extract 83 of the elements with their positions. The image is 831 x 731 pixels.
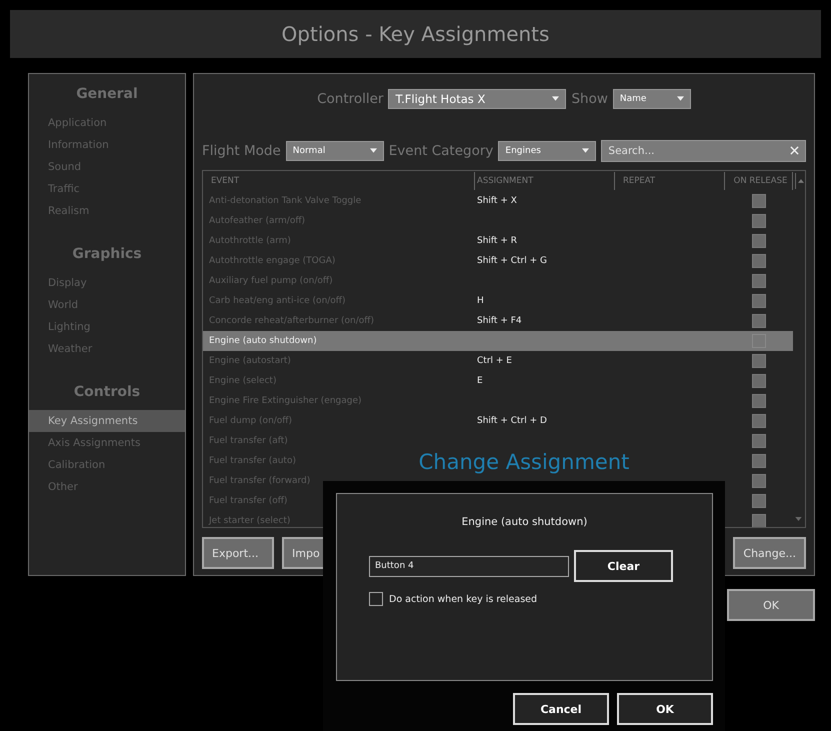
controller-label: Controller — [317, 90, 384, 107]
clear-button[interactable]: Clear — [574, 550, 673, 582]
event-cell[interactable]: Autothrottle (arm) — [203, 236, 475, 246]
checkbox[interactable] — [369, 592, 383, 606]
sidebar-heading: Graphics — [71, 246, 143, 262]
release-checkbox[interactable] — [752, 194, 766, 208]
dialog-heading: Change Assignment — [418, 450, 630, 474]
sidebar-item[interactable]: Other — [29, 476, 185, 498]
search-field[interactable]: Search... — [601, 140, 806, 162]
column-header[interactable]: EVENT — [203, 172, 475, 190]
sidebar-item[interactable]: Application — [29, 112, 185, 134]
release-checkbox[interactable] — [752, 474, 766, 488]
assignment-cell: Shift + Ctrl + G — [477, 256, 547, 266]
event-name: Engine (auto shutdown) — [460, 516, 588, 528]
show-dropdown[interactable]: Name — [612, 88, 691, 109]
assignment-cell: Shift + R — [477, 236, 517, 246]
release-checkbox[interactable] — [752, 234, 766, 248]
release-checkbox[interactable] — [752, 274, 766, 288]
sidebar-item[interactable]: Axis Assignments — [29, 432, 185, 454]
controller-dropdown[interactable]: T.Flight Hotas X — [388, 88, 566, 109]
scroll-down-icon[interactable] — [795, 517, 802, 521]
sidebar-heading: General — [75, 86, 139, 102]
show-label: Show — [571, 90, 608, 107]
window-title: Options - Key Assignments — [282, 22, 550, 46]
sidebar-item[interactable]: Display — [29, 272, 185, 294]
scroll-up-icon[interactable] — [795, 172, 805, 189]
release-checkbox[interactable] — [752, 394, 766, 408]
assignment-cell: Shift + X — [477, 196, 517, 206]
event-cell[interactable]: Carb heat/eng anti-ice (on/off) — [203, 296, 475, 306]
release-checkbox[interactable] — [752, 354, 766, 368]
event-cell[interactable]: Engine (autostart) — [203, 356, 475, 366]
assignment-cell: E — [477, 376, 483, 386]
dialog-button[interactable]: OK — [617, 693, 713, 725]
release-checkbox[interactable] — [752, 254, 766, 268]
event-category-label: Event Category — [388, 142, 494, 159]
column-header[interactable]: ASSIGNMENT — [475, 172, 615, 190]
checkbox-label[interactable]: Do action when key is released — [389, 594, 538, 604]
sidebar-item[interactable]: Realism — [29, 200, 185, 222]
event-cell[interactable]: Concorde reheat/afterburner (on/off) — [203, 316, 475, 326]
flight-mode-label: Flight Mode — [202, 142, 281, 159]
key-input-field[interactable]: Button 4 — [369, 556, 569, 576]
caret-icon — [552, 96, 560, 102]
event-cell[interactable]: Engine Fire Extinguisher (engage) — [203, 396, 475, 406]
release-checkbox[interactable] — [752, 494, 766, 508]
sidebar-item[interactable]: Sound — [29, 156, 185, 178]
assignment-cell: Ctrl + E — [477, 356, 512, 366]
sidebar-heading: Controls — [72, 384, 142, 400]
release-checkbox[interactable] — [752, 314, 766, 328]
sidebar-item[interactable]: Weather — [29, 338, 185, 360]
column-header[interactable]: REPEAT — [615, 172, 725, 190]
assignment-cell: Shift + F4 — [477, 316, 522, 326]
flight-mode-dropdown[interactable]: Normal — [286, 140, 384, 161]
release-checkbox[interactable] — [752, 434, 766, 448]
selected-table-row[interactable]: Engine (auto shutdown) — [203, 330, 793, 351]
sidebar-item[interactable]: World — [29, 294, 185, 316]
event-cell[interactable]: Fuel dump (on/off) — [203, 416, 475, 426]
release-checkbox[interactable] — [752, 374, 766, 388]
caret-icon — [370, 148, 377, 154]
release-checkbox[interactable] — [752, 414, 766, 428]
sidebar-item[interactable]: Information — [29, 134, 185, 156]
release-checkbox[interactable] — [752, 514, 766, 527]
assignment-cell: H — [477, 296, 484, 306]
close-icon[interactable] — [790, 146, 799, 155]
event-cell-text: Engine (auto shutdown) — [208, 336, 318, 346]
release-checkbox[interactable] — [752, 294, 766, 308]
event-cell[interactable]: Autofeather (arm/off) — [203, 216, 475, 226]
event-cell[interactable]: Autothrottle engage (TOGA) — [203, 256, 475, 266]
sidebar-item[interactable]: Lighting — [29, 316, 185, 338]
event-cell[interactable]: Anti-detonation Tank Valve Toggle — [203, 196, 475, 206]
sidebar-item[interactable]: Key Assignments — [29, 410, 185, 432]
sidebar-item[interactable]: Traffic — [29, 178, 185, 200]
column-header[interactable]: ON RELEASE — [725, 172, 793, 190]
event-cell[interactable]: Fuel transfer (aft) — [203, 436, 475, 446]
release-checkbox[interactable] — [752, 454, 766, 468]
sidebar-item[interactable]: Calibration — [29, 454, 185, 476]
caret-icon — [582, 148, 590, 154]
release-checkbox[interactable] — [752, 214, 766, 228]
event-category-dropdown[interactable]: Engines — [498, 140, 596, 161]
assignment-cell: Shift + Ctrl + D — [477, 416, 547, 426]
event-cell[interactable]: Auxiliary fuel pump (on/off) — [203, 276, 475, 286]
event-cell[interactable]: Engine (select) — [203, 376, 475, 386]
dialog-button[interactable]: Cancel — [513, 693, 609, 725]
caret-icon — [676, 96, 684, 102]
